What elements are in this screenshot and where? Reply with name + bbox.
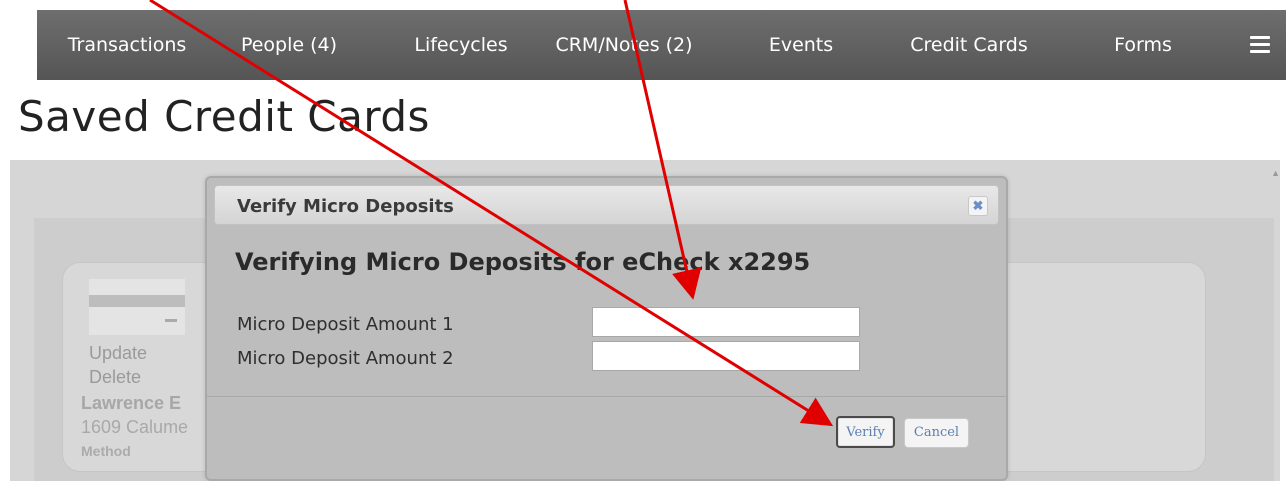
annotation-arrow-to-verify [149,0,834,427]
annotation-arrow-to-input [623,0,702,300]
annotation-arrows [149,0,834,427]
